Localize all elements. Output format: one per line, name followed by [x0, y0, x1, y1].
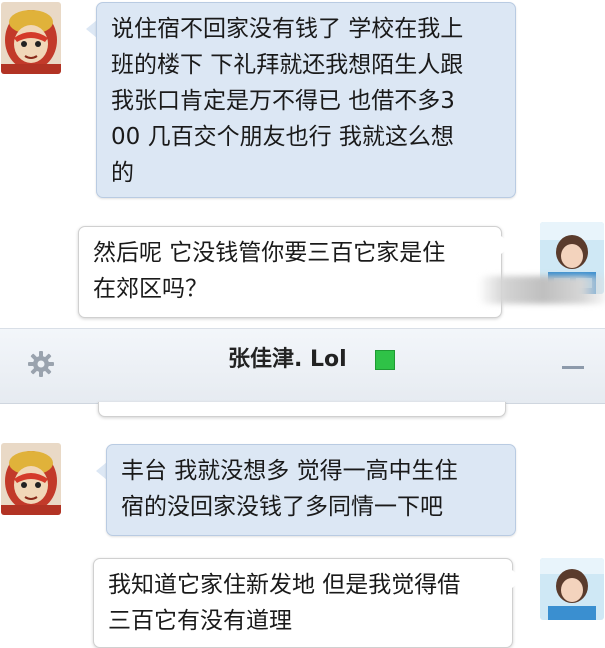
- minimize-icon[interactable]: [562, 366, 584, 369]
- message-bubble-incoming[interactable]: 丰台 我就没想多 觉得一高中生住 宿的没回家没钱了多同情一下吧: [106, 444, 516, 536]
- message-bubble-outgoing[interactable]: 我知道它家住新发地 但是我觉得借 三百它有没有道理: [93, 558, 513, 648]
- message-bubble-outgoing[interactable]: 然后呢 它没钱管你要三百它家是住 在郊区吗？: [78, 226, 502, 318]
- message-bubble-incoming[interactable]: 说住宿不回家没有钱了 学校在我上 班的楼下 下礼拜就还我想陌生人跟 我张口肯定是…: [96, 2, 516, 198]
- contact-avatar[interactable]: [1, 443, 61, 515]
- monkey-king-avatar-icon: [1, 443, 61, 515]
- online-status-icon: [375, 350, 395, 370]
- self-avatar[interactable]: [540, 558, 604, 620]
- bubble-tail: [512, 570, 523, 588]
- chat-title: 张佳津. Lol: [228, 347, 347, 372]
- gear-icon[interactable]: [27, 350, 55, 378]
- user-photo-avatar-icon: [540, 558, 604, 620]
- contact-avatar[interactable]: [1, 2, 61, 74]
- monkey-king-avatar-icon: [1, 2, 61, 74]
- message-bubble-outgoing-partial: [98, 402, 506, 417]
- redacted-name-blur: [478, 276, 605, 304]
- bubble-tail: [501, 236, 512, 254]
